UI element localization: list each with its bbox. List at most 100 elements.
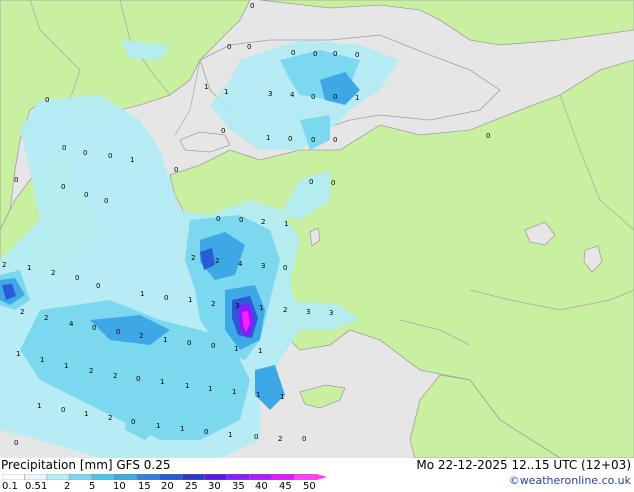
precip-value-label: 0 [250, 2, 254, 10]
legend-tick-label: 15 [138, 481, 151, 492]
precip-value-label: 2 [191, 254, 195, 262]
precip-value-label: 3 [329, 309, 333, 317]
legend-tick-label: 35 [232, 481, 245, 492]
legend-color-swatch [159, 474, 183, 480]
precip-value-label: 1 [160, 378, 164, 386]
precip-value-label: 1 [140, 290, 144, 298]
precip-value-label: 4 [238, 260, 243, 268]
precip-value-label: 0 [75, 274, 79, 282]
precip-value-label: 2 [215, 257, 219, 265]
precip-value-label: 0 [61, 406, 65, 414]
precip-value-label: 1 [224, 88, 228, 96]
precip-value-label: 0 [311, 136, 315, 144]
precip-value-label: 1 [16, 350, 20, 358]
legend-color-swatch [24, 474, 48, 480]
precip-value-label: 0 [291, 49, 295, 57]
legend-color-swatch [2, 474, 25, 480]
precip-value-label: 0 [131, 418, 135, 426]
precip-value-label: 0 [283, 264, 287, 272]
precip-value-label: 0 [311, 93, 315, 101]
forecast-time: Mo 22-12-2025 12..15 UTC (12+03) [416, 458, 631, 472]
precip-value-label: 2 [113, 372, 117, 380]
legend-colorbar [2, 474, 327, 480]
precip-value-label: 3 [261, 262, 265, 270]
precip-value-label: 1 [185, 382, 189, 390]
precip-value-label: 0 [239, 216, 243, 224]
precip-value-label: 0 [104, 197, 108, 205]
precip-value-label: 0 [92, 324, 96, 332]
precip-value-label: 1 [37, 402, 41, 410]
credit-link[interactable]: ©weatheronline.co.uk [509, 474, 631, 487]
precip-value-label: 0 [221, 127, 225, 135]
precip-value-label: 0 [333, 50, 337, 58]
precip-value-label: 0 [302, 435, 306, 443]
legend-overflow-arrow [317, 474, 327, 480]
precip-value-label: 0 [204, 428, 208, 436]
legend-color-swatch [226, 474, 250, 480]
precip-value-label: 0 [62, 144, 66, 152]
precip-value-label: 0 [174, 166, 178, 174]
precip-value-label: 2 [283, 306, 287, 314]
legend-tick-label: 30 [208, 481, 221, 492]
precip-value-label: 4 [290, 91, 295, 99]
precip-value-label: 1 [234, 345, 238, 353]
precip-value-label: 2 [51, 269, 55, 277]
precip-value-label: 1 [208, 385, 212, 393]
precip-value-label: 0 [331, 179, 335, 187]
precip-value-label: 0 [309, 178, 313, 186]
precip-value-label: 3 [306, 308, 310, 316]
precip-value-label: 0 [333, 93, 337, 101]
precip-value-label: 2 [278, 435, 282, 443]
precip-value-label: 1 [259, 304, 263, 312]
precip-value-label: 0 [211, 342, 215, 350]
legend-tick-label: 10 [113, 481, 126, 492]
legend-tick-label: 25 [185, 481, 198, 492]
precip-value-label: 0 [486, 132, 490, 140]
precip-value-label: 0 [288, 135, 292, 143]
precip-value-label: 1 [228, 431, 232, 439]
legend-tick-label: 1 [41, 481, 48, 492]
precip-value-label: 2 [89, 367, 93, 375]
legend-tick-label: 0.5 [25, 481, 41, 492]
precip-value-label: 0 [14, 439, 18, 447]
precip-value-label: 0 [254, 433, 258, 441]
legend-color-swatch [91, 474, 115, 480]
precip-value-label: 1 [180, 425, 184, 433]
precip-value-label: 1 [64, 362, 68, 370]
precip-value-label: 2 [139, 332, 143, 340]
precip-value-label: 1 [188, 296, 192, 304]
precip-value-label: 1 [27, 264, 31, 272]
map-footer: Precipitation [mm] GFS 0.25 Mo 22-12-202… [0, 458, 634, 492]
precip-value-label: 0 [164, 294, 168, 302]
precip-value-label: 2 [44, 314, 48, 322]
precip-value-label: 2 [2, 261, 6, 269]
map-title: Precipitation [mm] GFS 0.25 [1, 458, 171, 472]
precip-value-label: 0 [313, 50, 317, 58]
precip-value-label: 0 [84, 191, 88, 199]
precip-value-label: 1 [84, 410, 88, 418]
precip-value-label: 2 [20, 308, 24, 316]
precip-value-label: 2 [211, 300, 215, 308]
precip-value-label: 0 [14, 176, 18, 184]
precip-value-label: 0 [216, 215, 220, 223]
legend-color-swatch [69, 474, 93, 480]
precip-value-label: 3 [235, 302, 239, 310]
legend-color-swatch [204, 474, 228, 480]
precipitation-map: 0 0 0 0 0 0 0 1 1 3 4 0 0 1 0 0 1 0 0 0 0 0 0 0 1 0 0 0 0 0 0 0 0 0 2 1 2 2 4 3… [0, 0, 634, 459]
precip-value-label: 2 [108, 414, 112, 422]
precip-value-label: 0 [116, 328, 120, 336]
precip-value-label: 1 [40, 356, 44, 364]
precip-value-label: 1 [355, 94, 359, 102]
legend-color-swatch [271, 474, 295, 480]
legend-tick-label: 45 [279, 481, 292, 492]
precip-value-label: 0 [333, 136, 337, 144]
precip-value-label: 1 [204, 83, 208, 91]
precip-value-label: 0 [187, 339, 191, 347]
legend-color-swatch [46, 474, 70, 480]
precip-value-label: 1 [280, 393, 284, 401]
precip-value-label: 1 [266, 134, 270, 142]
precip-value-label: 3 [268, 90, 272, 98]
precip-value-label: 4 [69, 320, 74, 328]
legend-color-swatch [249, 474, 273, 480]
legend-tick-label: 5 [89, 481, 96, 492]
